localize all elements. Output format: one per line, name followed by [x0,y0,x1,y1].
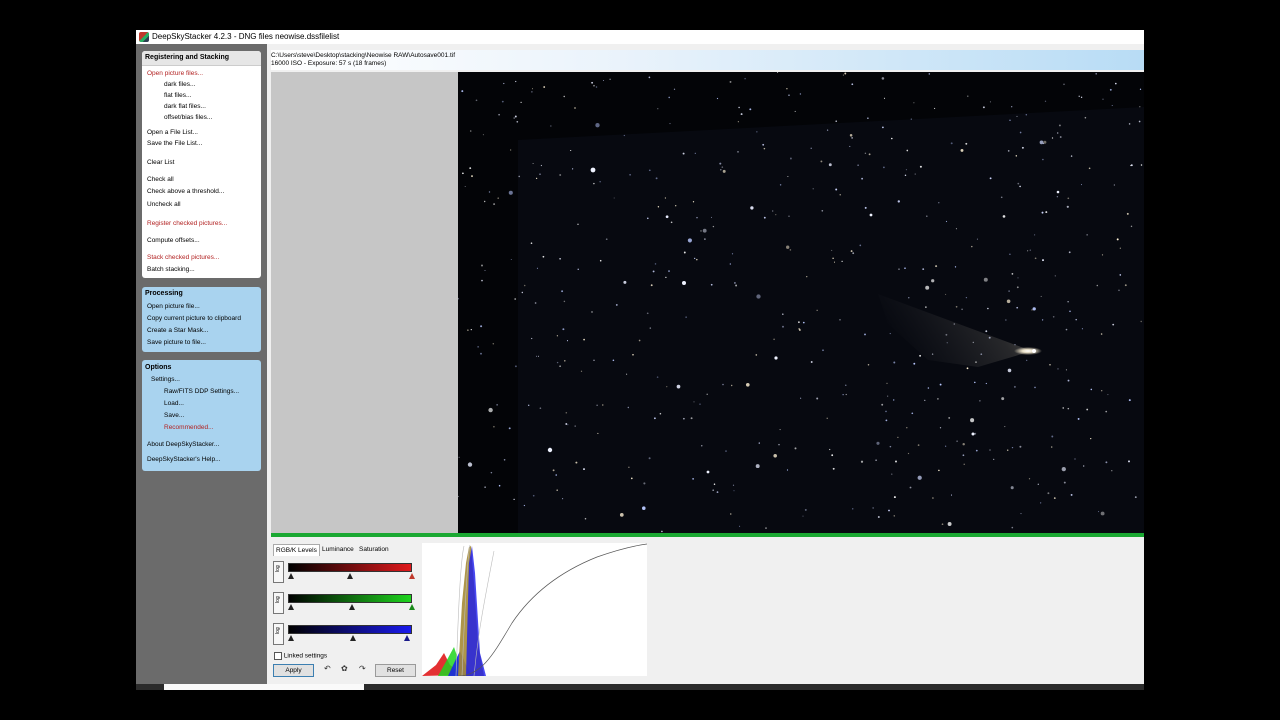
options-item-0[interactable]: Settings... [151,376,180,383]
registering-item-3[interactable]: dark flat files... [164,103,206,110]
image-viewer[interactable] [271,72,1144,533]
green-black-point[interactable] [288,604,294,610]
exposure-info: 16000 ISO - Exposure: 57 s (18 frames) [271,60,387,67]
taskbar-search[interactable] [164,684,364,690]
log-checkbox[interactable]: log [273,623,284,645]
stacked-image[interactable] [458,72,1144,533]
processing-panel: Processing Open picture file... Copy curr… [142,287,261,352]
registering-item-7[interactable]: Clear List [147,159,174,166]
app-logo-icon [139,32,149,42]
registering-item-14[interactable]: Batch stacking... [147,266,195,273]
processing-item-1[interactable]: Copy current picture to clipboard [147,315,241,322]
processing-item-2[interactable]: Create a Star Mask... [147,327,208,334]
registering-item-1[interactable]: dark files... [164,81,195,88]
red-gradient[interactable] [288,563,412,572]
reset-button[interactable]: Reset [375,664,416,677]
red-level-slider[interactable]: log [273,561,415,583]
log-label: log [275,565,281,572]
undo-icon[interactable]: ↶ [324,664,331,673]
tab-saturation[interactable]: Saturation [357,544,391,555]
registering-item-0[interactable]: Open picture files... [147,70,203,77]
histogram-svg [422,543,648,677]
panel-title-processing: Processing [145,290,183,297]
comet-tail [878,294,1032,367]
red-mid-point[interactable] [347,573,353,579]
blue-level-slider[interactable]: log [273,623,414,645]
options-item-6[interactable]: DeepSkyStacker's Help... [147,456,221,463]
histogram [422,543,648,677]
registering-item-5[interactable]: Open a File List... [147,129,198,136]
comet-core [1032,349,1036,353]
green-white-point[interactable] [409,604,415,610]
starfield-svg [458,72,1144,533]
registering-item-11[interactable]: Register checked pictures... [147,220,227,227]
apply-button[interactable]: Apply [273,664,314,677]
green-mid-point[interactable] [349,604,355,610]
processing-item-0[interactable]: Open picture file... [147,303,200,310]
registering-item-13[interactable]: Stack checked pictures... [147,254,219,261]
options-item-4[interactable]: Recommended... [164,424,214,431]
options-item-1[interactable]: Raw/FITS DDP Settings... [164,388,239,395]
options-item-2[interactable]: Load... [164,400,184,407]
options-item-5[interactable]: About DeepSkyStacker... [147,441,219,448]
sidebar: Registering and Stacking Open picture fi… [136,44,267,690]
log-label: log [275,596,281,603]
window-title: DeepSkyStacker 4.2.3 - DNG files neowise… [152,32,340,41]
registering-stacking-panel: Registering and Stacking Open picture fi… [142,51,261,278]
linked-settings[interactable]: Linked settings [274,652,327,662]
registering-item-12[interactable]: Compute offsets... [147,237,200,244]
green-level-slider[interactable]: log [273,592,415,614]
green-gradient[interactable] [288,594,412,603]
image-info-bar: C:\Users\steve\Desktop\stacking\Neowise … [271,50,1144,70]
processing-item-3[interactable]: Save picture to file... [147,339,206,346]
blue-black-point[interactable] [288,635,294,641]
tab-luminance[interactable]: Luminance [320,544,356,555]
app-window: DeepSkyStacker 4.2.3 - DNG files neowise… [136,30,1144,690]
options-item-3[interactable]: Save... [164,412,184,419]
levels-panel: RGB/K Levels Luminance Saturation log lo… [271,537,1144,690]
transfer-curve [457,543,648,677]
options-panel: Options Settings... Raw/FITS DDP Settings… [142,360,261,471]
title-bar: DeepSkyStacker 4.2.3 - DNG files neowise… [136,30,1144,44]
panel-title-registering: Registering and Stacking [145,54,230,61]
registering-item-6[interactable]: Save the File List... [147,140,202,147]
linked-settings-checkbox[interactable] [274,652,282,660]
redo-icon[interactable]: ↷ [359,664,366,673]
registering-item-10[interactable]: Uncheck all [147,201,181,208]
registering-item-4[interactable]: offset/bias files... [164,114,212,121]
linked-settings-label: Linked settings [283,652,328,660]
blue-mid-point[interactable] [350,635,356,641]
log-checkbox[interactable]: log [273,592,284,614]
stars [458,72,1143,533]
registering-item-8[interactable]: Check all [147,176,174,183]
blue-white-point[interactable] [404,635,410,641]
blue-gradient[interactable] [288,625,412,634]
taskbar [136,684,1144,690]
log-checkbox[interactable]: log [273,561,284,583]
red-black-point[interactable] [288,573,294,579]
tab-rgb-levels[interactable]: RGB/K Levels [273,544,320,556]
panel-title-options: Options [145,364,172,371]
comet-nucleus [1014,347,1042,355]
red-white-point[interactable] [409,573,415,579]
registering-item-2[interactable]: flat files... [164,92,191,99]
log-label: log [275,627,281,634]
settings-icon[interactable]: ✿ [341,664,348,673]
registering-item-9[interactable]: Check above a threshold... [147,188,224,195]
